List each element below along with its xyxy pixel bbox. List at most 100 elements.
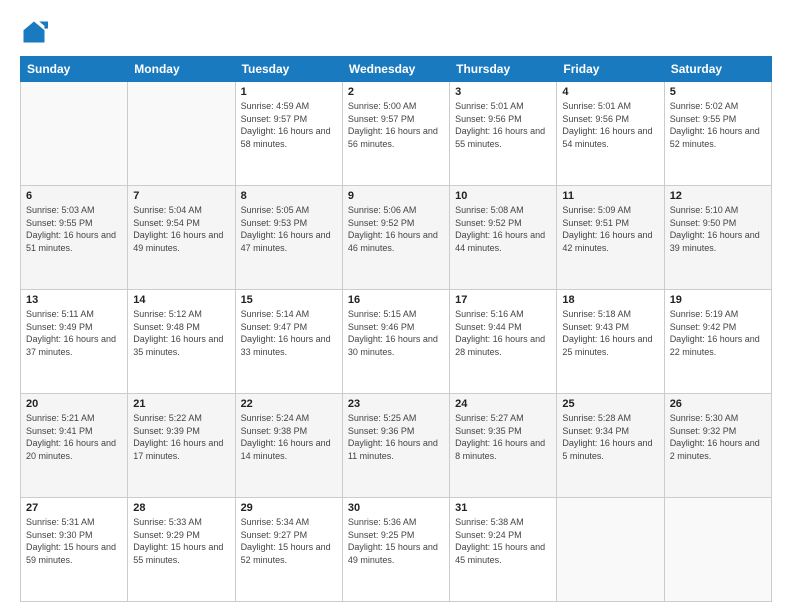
day-info: Sunrise: 5:08 AM Sunset: 9:52 PM Dayligh… (455, 204, 551, 254)
calendar-cell: 12 Sunrise: 5:10 AM Sunset: 9:50 PM Dayli… (664, 186, 771, 290)
logo-icon (20, 18, 48, 46)
weekday-header-row: SundayMondayTuesdayWednesdayThursdayFrid… (21, 57, 772, 82)
day-number: 3 (455, 86, 551, 98)
calendar-week-5: 27Sunrise: 5:31 AM Sunset: 9:30 PM Dayli… (21, 498, 772, 602)
weekday-header-monday: Monday (128, 57, 235, 82)
calendar-cell: 20 Sunrise: 5:21 AM Sunset: 9:41 PM Dayli… (21, 394, 128, 498)
day-info: Sunrise: 4:59 AM Sunset: 9:57 PM Dayligh… (241, 100, 337, 150)
day-number: 22 (241, 398, 337, 410)
calendar-cell (128, 82, 235, 186)
day-number: 19 (670, 294, 766, 306)
day-info: Sunrise: 5:21 AM Sunset: 9:41 PM Dayligh… (26, 412, 122, 462)
calendar-week-1: 1 Sunrise: 4:59 AM Sunset: 9:57 PM Daylig… (21, 82, 772, 186)
weekday-header-thursday: Thursday (450, 57, 557, 82)
day-number: 17 (455, 294, 551, 306)
day-number: 26 (670, 398, 766, 410)
day-number: 2 (348, 86, 444, 98)
day-info: Sunrise: 5:30 AM Sunset: 9:32 PM Dayligh… (670, 412, 766, 462)
calendar-cell: 16Sunrise: 5:15 AM Sunset: 9:46 PM Dayli… (342, 290, 449, 394)
calendar-cell: 18 Sunrise: 5:18 AM Sunset: 9:43 PM Dayli… (557, 290, 664, 394)
calendar-cell: 31 Sunrise: 5:38 AM Sunset: 9:24 PM Dayli… (450, 498, 557, 602)
calendar-cell: 1 Sunrise: 4:59 AM Sunset: 9:57 PM Daylig… (235, 82, 342, 186)
calendar-cell: 11Sunrise: 5:09 AM Sunset: 9:51 PM Dayli… (557, 186, 664, 290)
calendar-cell: 30 Sunrise: 5:36 AM Sunset: 9:25 PM Dayli… (342, 498, 449, 602)
day-number: 1 (241, 86, 337, 98)
weekday-header-friday: Friday (557, 57, 664, 82)
day-info: Sunrise: 5:31 AM Sunset: 9:30 PM Dayligh… (26, 516, 122, 566)
calendar-cell: 6Sunrise: 5:03 AM Sunset: 9:55 PM Daylig… (21, 186, 128, 290)
day-info: Sunrise: 5:22 AM Sunset: 9:39 PM Dayligh… (133, 412, 229, 462)
day-number: 29 (241, 502, 337, 514)
calendar-cell: 23 Sunrise: 5:25 AM Sunset: 9:36 PM Dayli… (342, 394, 449, 498)
day-info: Sunrise: 5:19 AM Sunset: 9:42 PM Dayligh… (670, 308, 766, 358)
calendar-cell: 15 Sunrise: 5:14 AM Sunset: 9:47 PM Dayli… (235, 290, 342, 394)
day-number: 9 (348, 190, 444, 202)
calendar-cell: 2Sunrise: 5:00 AM Sunset: 9:57 PM Daylig… (342, 82, 449, 186)
day-info: Sunrise: 5:01 AM Sunset: 9:56 PM Dayligh… (455, 100, 551, 150)
day-number: 31 (455, 502, 551, 514)
day-info: Sunrise: 5:02 AM Sunset: 9:55 PM Dayligh… (670, 100, 766, 150)
day-number: 16 (348, 294, 444, 306)
day-number: 12 (670, 190, 766, 202)
day-info: Sunrise: 5:01 AM Sunset: 9:56 PM Dayligh… (562, 100, 658, 150)
day-info: Sunrise: 5:12 AM Sunset: 9:48 PM Dayligh… (133, 308, 229, 358)
day-info: Sunrise: 5:34 AM Sunset: 9:27 PM Dayligh… (241, 516, 337, 566)
day-info: Sunrise: 5:06 AM Sunset: 9:52 PM Dayligh… (348, 204, 444, 254)
day-number: 11 (562, 190, 658, 202)
calendar-cell: 5 Sunrise: 5:02 AM Sunset: 9:55 PM Daylig… (664, 82, 771, 186)
calendar-cell: 10Sunrise: 5:08 AM Sunset: 9:52 PM Dayli… (450, 186, 557, 290)
calendar-cell: 24 Sunrise: 5:27 AM Sunset: 9:35 PM Dayli… (450, 394, 557, 498)
day-number: 23 (348, 398, 444, 410)
day-number: 5 (670, 86, 766, 98)
day-info: Sunrise: 5:16 AM Sunset: 9:44 PM Dayligh… (455, 308, 551, 358)
day-number: 24 (455, 398, 551, 410)
day-info: Sunrise: 5:24 AM Sunset: 9:38 PM Dayligh… (241, 412, 337, 462)
page: SundayMondayTuesdayWednesdayThursdayFrid… (0, 0, 792, 612)
calendar-cell: 29 Sunrise: 5:34 AM Sunset: 9:27 PM Dayli… (235, 498, 342, 602)
calendar-week-2: 6Sunrise: 5:03 AM Sunset: 9:55 PM Daylig… (21, 186, 772, 290)
weekday-header-sunday: Sunday (21, 57, 128, 82)
day-info: Sunrise: 5:04 AM Sunset: 9:54 PM Dayligh… (133, 204, 229, 254)
header (20, 18, 772, 46)
day-info: Sunrise: 5:11 AM Sunset: 9:49 PM Dayligh… (26, 308, 122, 358)
day-number: 21 (133, 398, 229, 410)
day-info: Sunrise: 5:27 AM Sunset: 9:35 PM Dayligh… (455, 412, 551, 462)
logo (20, 18, 52, 46)
day-info: Sunrise: 5:14 AM Sunset: 9:47 PM Dayligh… (241, 308, 337, 358)
day-number: 4 (562, 86, 658, 98)
calendar-cell: 3 Sunrise: 5:01 AM Sunset: 9:56 PM Daylig… (450, 82, 557, 186)
day-info: Sunrise: 5:10 AM Sunset: 9:50 PM Dayligh… (670, 204, 766, 254)
calendar-cell: 25 Sunrise: 5:28 AM Sunset: 9:34 PM Dayli… (557, 394, 664, 498)
day-info: Sunrise: 5:36 AM Sunset: 9:25 PM Dayligh… (348, 516, 444, 566)
calendar-cell: 8Sunrise: 5:05 AM Sunset: 9:53 PM Daylig… (235, 186, 342, 290)
day-number: 28 (133, 502, 229, 514)
day-info: Sunrise: 5:18 AM Sunset: 9:43 PM Dayligh… (562, 308, 658, 358)
day-info: Sunrise: 5:25 AM Sunset: 9:36 PM Dayligh… (348, 412, 444, 462)
day-number: 20 (26, 398, 122, 410)
calendar-cell: 13 Sunrise: 5:11 AM Sunset: 9:49 PM Dayli… (21, 290, 128, 394)
day-number: 14 (133, 294, 229, 306)
day-number: 13 (26, 294, 122, 306)
calendar-cell: 28Sunrise: 5:33 AM Sunset: 9:29 PM Dayli… (128, 498, 235, 602)
weekday-header-tuesday: Tuesday (235, 57, 342, 82)
day-number: 7 (133, 190, 229, 202)
day-number: 30 (348, 502, 444, 514)
calendar-cell: 26 Sunrise: 5:30 AM Sunset: 9:32 PM Dayli… (664, 394, 771, 498)
calendar-cell: 21 Sunrise: 5:22 AM Sunset: 9:39 PM Dayli… (128, 394, 235, 498)
calendar-cell: 19 Sunrise: 5:19 AM Sunset: 9:42 PM Dayli… (664, 290, 771, 394)
day-number: 18 (562, 294, 658, 306)
calendar-cell: 22 Sunrise: 5:24 AM Sunset: 9:38 PM Dayli… (235, 394, 342, 498)
calendar-cell: 27Sunrise: 5:31 AM Sunset: 9:30 PM Dayli… (21, 498, 128, 602)
day-number: 25 (562, 398, 658, 410)
day-info: Sunrise: 5:28 AM Sunset: 9:34 PM Dayligh… (562, 412, 658, 462)
calendar-cell: 9 Sunrise: 5:06 AM Sunset: 9:52 PM Daylig… (342, 186, 449, 290)
calendar-cell (21, 82, 128, 186)
calendar-cell (664, 498, 771, 602)
calendar-cell: 7 Sunrise: 5:04 AM Sunset: 9:54 PM Daylig… (128, 186, 235, 290)
calendar-cell: 4 Sunrise: 5:01 AM Sunset: 9:56 PM Daylig… (557, 82, 664, 186)
calendar-week-3: 13 Sunrise: 5:11 AM Sunset: 9:49 PM Dayli… (21, 290, 772, 394)
day-number: 15 (241, 294, 337, 306)
calendar-week-4: 20 Sunrise: 5:21 AM Sunset: 9:41 PM Dayli… (21, 394, 772, 498)
day-info: Sunrise: 5:38 AM Sunset: 9:24 PM Dayligh… (455, 516, 551, 566)
day-info: Sunrise: 5:03 AM Sunset: 9:55 PM Dayligh… (26, 204, 122, 254)
